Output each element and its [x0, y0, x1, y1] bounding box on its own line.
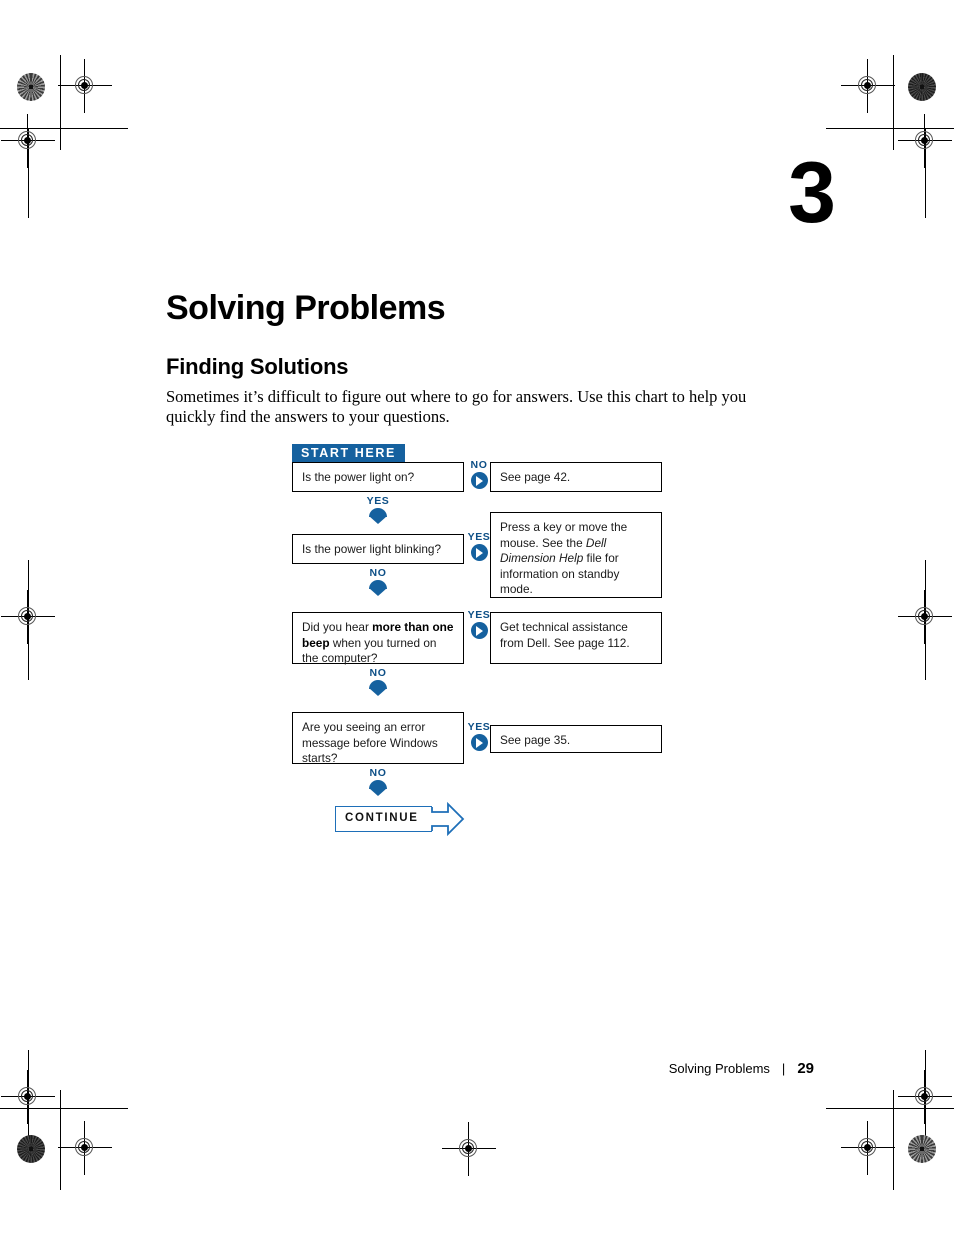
registration-mark-bottom-left	[58, 1121, 112, 1175]
answer-box-standby-mode: Press a key or move the mouse. See the D…	[490, 512, 662, 598]
arrow-right-icon	[470, 622, 488, 639]
registration-mark-right-upper	[898, 114, 952, 168]
question-text: Are you seeing an error message before W…	[302, 720, 438, 765]
answer-text: See page 35.	[500, 733, 571, 747]
registration-mark-left-lower	[1, 1070, 55, 1124]
footer-running-head: Solving Problems	[668, 1061, 770, 1076]
connector-no-4: NO	[358, 768, 398, 798]
arrow-head-right-icon	[431, 801, 465, 837]
answer-text: Get technical assistance from Dell. See …	[500, 620, 630, 650]
trim-line-bottom-left-vertical	[60, 1090, 61, 1190]
registration-mark-right-lower	[898, 1070, 952, 1124]
answer-text-prefix: Press a key or move the mouse. See the	[500, 520, 628, 550]
connector-no-2: NO	[358, 568, 398, 598]
branch-label: YES	[467, 531, 491, 543]
branch-label: YES	[467, 721, 491, 733]
question-text-prefix: Did you hear	[302, 620, 373, 634]
registration-mark-top-right	[841, 59, 895, 113]
connector-label: NO	[369, 567, 387, 579]
footer-page-number: 29	[797, 1060, 814, 1077]
answer-text: See page 42.	[500, 470, 571, 484]
density-patch-top-right	[908, 73, 936, 101]
branch-marker-no-1: NO	[466, 460, 492, 489]
trim-line-bottom-right-vertical	[893, 1090, 894, 1190]
trim-line-top-right-vertical	[893, 55, 894, 150]
arrow-right-icon	[470, 544, 488, 561]
registration-mark-bottom-center	[442, 1122, 496, 1176]
section-title: Finding Solutions	[166, 354, 349, 380]
question-box-error-message: Are you seeing an error message before W…	[292, 712, 464, 765]
answer-box-see-page-35: See page 35.	[490, 725, 662, 753]
arrow-down-icon	[369, 580, 387, 598]
troubleshooting-flowchart: START HERE Is the power light on? NO See…	[292, 444, 672, 844]
registration-mark-left-upper	[1, 114, 55, 168]
question-text: Is the power light on?	[302, 470, 415, 484]
branch-marker-yes-2: YES	[466, 532, 492, 561]
intro-paragraph: Sometimes it’s difficult to figure out w…	[166, 386, 747, 426]
start-here-banner: START HERE	[292, 444, 405, 462]
connector-no-3: NO	[358, 668, 398, 698]
registration-mark-left-middle	[1, 590, 55, 644]
registration-mark-top-left	[58, 59, 112, 113]
trim-line-top-left-vertical	[60, 55, 61, 150]
density-patch-bottom-right	[908, 1135, 936, 1163]
footer-separator: |	[781, 1061, 786, 1076]
connector-label: YES	[366, 495, 390, 507]
connector-label: NO	[369, 667, 387, 679]
answer-box-technical-assistance: Get technical assistance from Dell. See …	[490, 612, 662, 664]
density-patch-top-left	[17, 73, 45, 101]
question-box-power-light-on: Is the power light on?	[292, 462, 464, 492]
continue-label: CONTINUE	[345, 812, 419, 824]
page-footer: Solving Problems | 29	[669, 1060, 814, 1077]
arrow-right-icon	[470, 472, 488, 489]
question-text: Is the power light blinking?	[302, 542, 442, 556]
connector-yes-1: YES	[358, 496, 398, 526]
manual-page: 3 Solving Problems Finding Solutions Som…	[0, 0, 954, 1235]
registration-mark-right-middle	[898, 590, 952, 644]
arrow-down-icon	[369, 680, 387, 698]
page-title: Solving Problems	[166, 288, 446, 327]
branch-marker-yes-4: YES	[466, 722, 492, 751]
chapter-number: 3	[788, 145, 836, 241]
continue-banner: CONTINUE	[335, 801, 465, 837]
question-box-more-than-one-beep: Did you hear more than one beep when you…	[292, 612, 464, 665]
branch-label: YES	[467, 609, 491, 621]
question-box-power-light-blinking: Is the power light blinking?	[292, 534, 464, 564]
arrow-down-icon	[369, 508, 387, 526]
branch-label: NO	[470, 459, 488, 471]
arrow-down-icon	[369, 780, 387, 798]
connector-label: NO	[369, 767, 387, 779]
registration-mark-bottom-right	[841, 1121, 895, 1175]
answer-box-see-page-42: See page 42.	[490, 462, 662, 492]
arrow-right-icon	[470, 734, 488, 751]
density-patch-bottom-left	[17, 1135, 45, 1163]
branch-marker-yes-3: YES	[466, 610, 492, 639]
